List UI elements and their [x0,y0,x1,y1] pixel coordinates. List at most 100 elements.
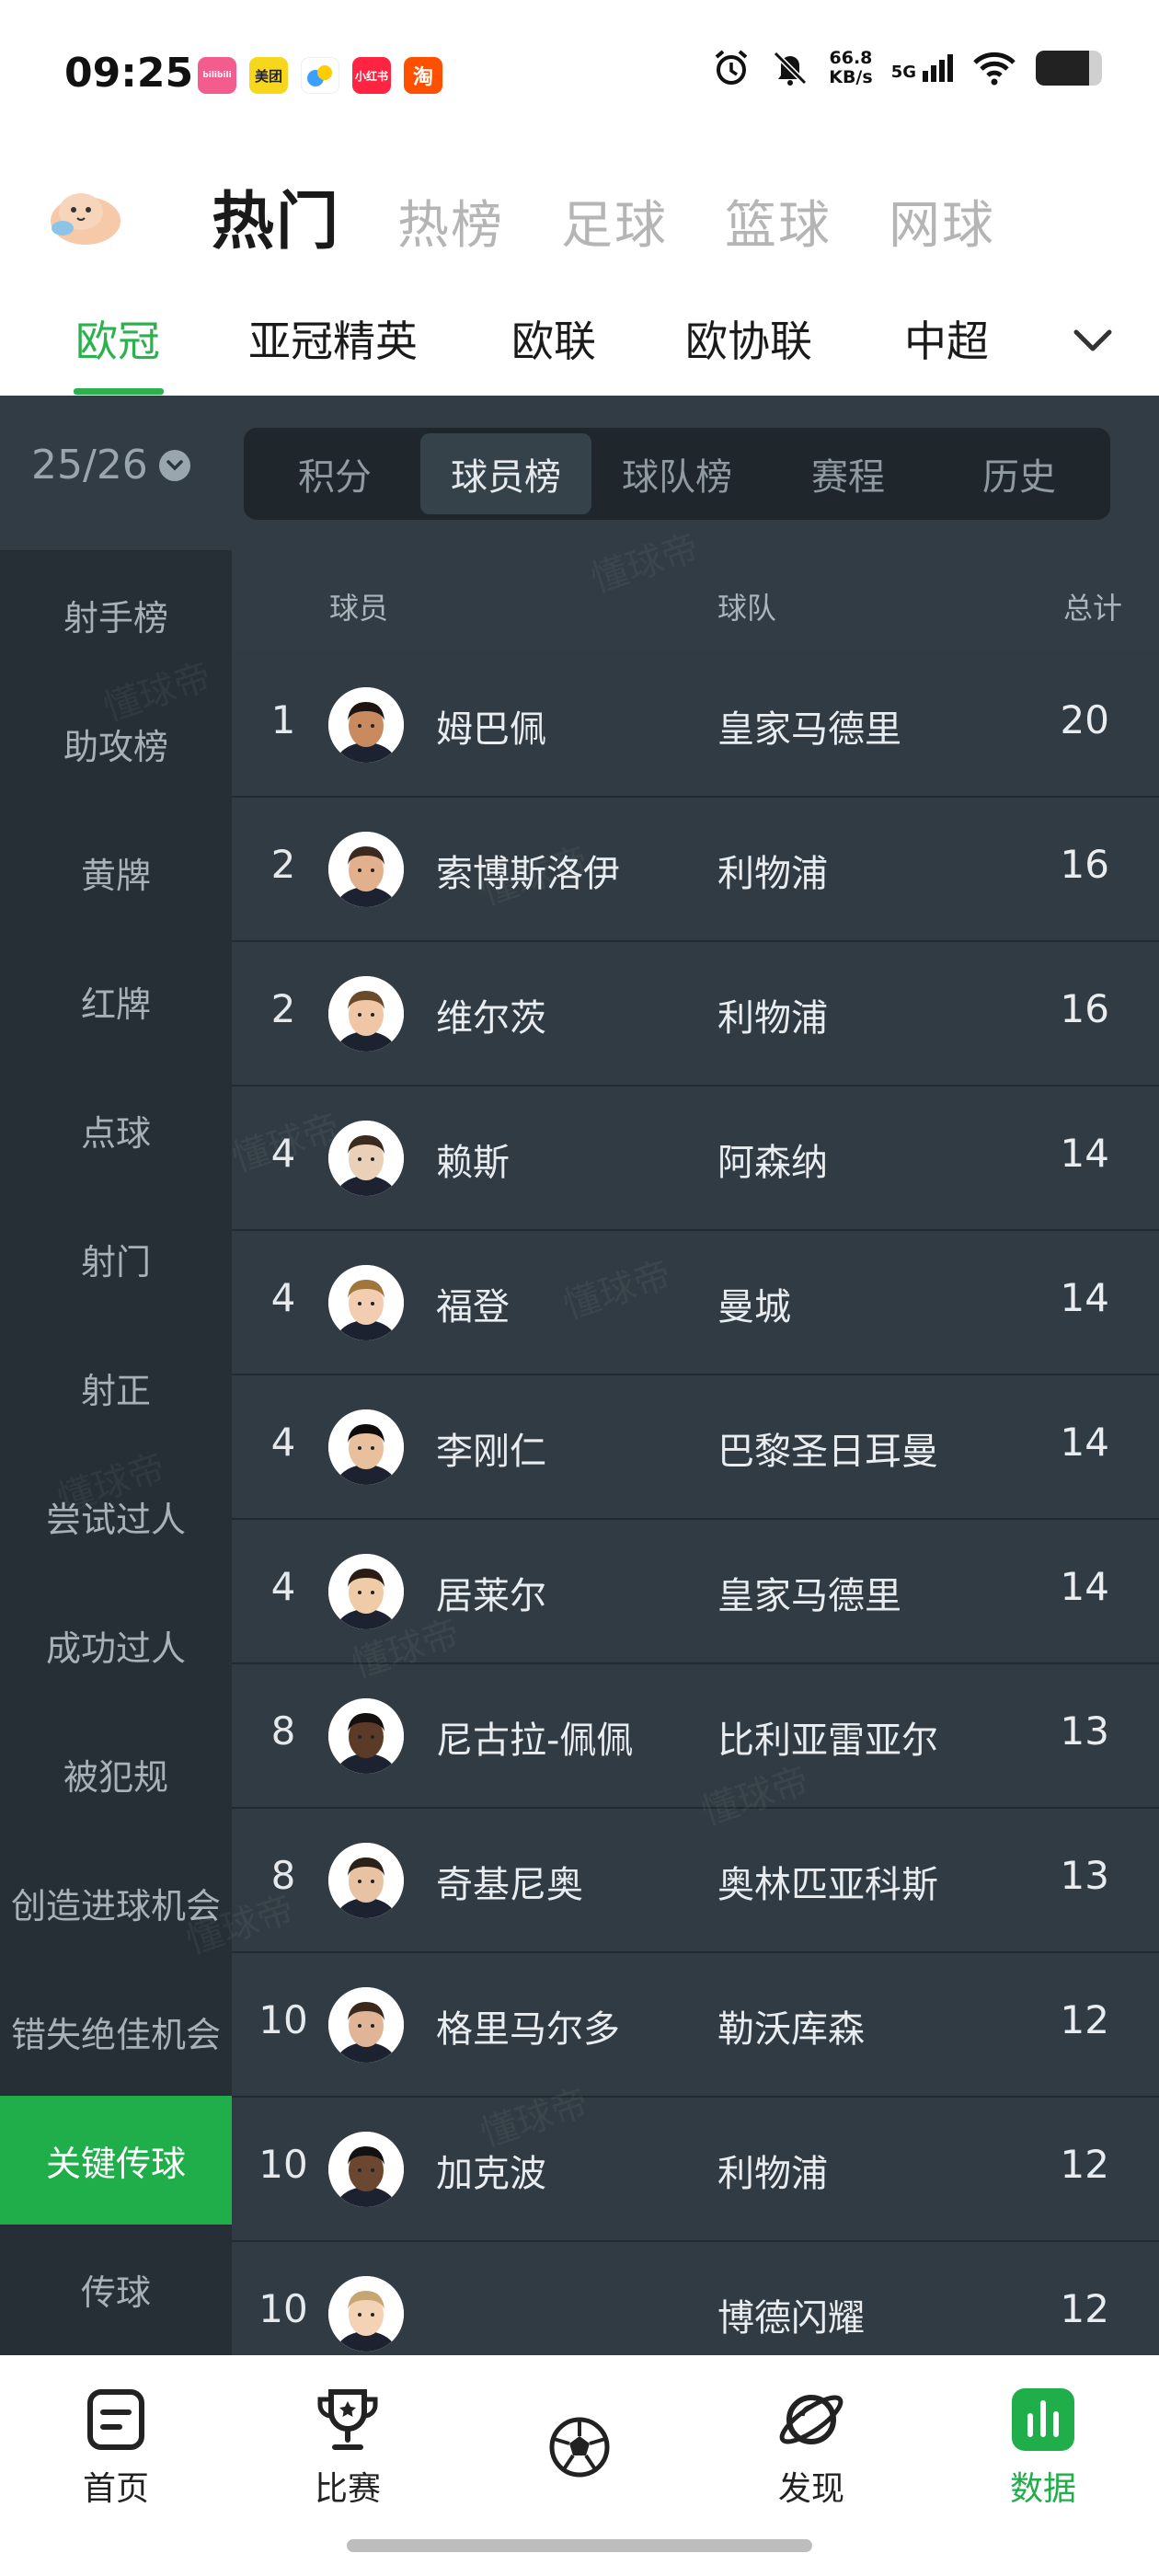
table-row[interactable]: 2 维尔茨 利物浦 16 [232,942,1159,1087]
league-tab-ucl[interactable]: 欧冠 [75,308,160,369]
team-name: 奥林匹亚科斯 [717,1864,938,1906]
planet-icon [779,2395,843,2444]
wifi-icon [973,52,1016,86]
tab-trending[interactable]: 热榜 [397,184,504,259]
league-tab-conference[interactable]: 欧协联 [685,308,812,369]
chart-icon [1012,2388,1074,2451]
alarm-icon [715,50,748,85]
segment-schedule[interactable]: 赛程 [763,433,934,514]
xiaohongshu-app-icon: 小红书 [352,57,391,94]
bilibili-app-icon: bilibili [198,57,236,94]
stat-category-sidebar: 射手榜 助攻榜 黄牌 红牌 点球 射门 射正 尝试过人 成功过人 被犯规 创造进… [0,550,232,2355]
player-rank: 1 [270,697,296,742]
player-avatar [328,687,404,763]
tab-football[interactable]: 足球 [561,184,668,259]
home-icon [87,2389,144,2450]
table-row[interactable]: 10 格里马尔多 勒沃库森 12 [232,1953,1159,2098]
player-avatar [328,1554,404,1629]
league-tab-csl[interactable]: 中超 [904,308,989,369]
player-avatar [328,1987,404,2063]
table-row[interactable]: 4 赖斯 阿森纳 14 [232,1087,1159,1231]
team-name: 利物浦 [717,997,828,1040]
sidebar-item-fouled[interactable]: 被犯规 [0,1709,232,1838]
team-name: 博德闪耀 [717,2297,865,2340]
sidebar-item-top-scorers[interactable]: 射手榜 [0,550,232,679]
team-name: 勒沃库森 [717,2008,865,2051]
mascot-avatar-icon[interactable] [44,175,127,248]
sidebar-item-passes[interactable]: 传球 [0,2225,232,2353]
sidebar-item-penalties[interactable]: 点球 [0,1065,232,1194]
stat-total: 13 [1060,1708,1109,1754]
player-avatar [328,1698,404,1774]
top-category-tabs: 热门 热榜 足球 篮球 网球 [212,170,995,261]
active-tab-indicator [74,388,164,395]
team-name: 利物浦 [717,853,828,895]
player-avatar [328,2132,404,2207]
season-selector[interactable]: 25/26 [31,442,190,489]
table-row[interactable]: 4 福登 曼城 14 [232,1231,1159,1375]
stat-total: 13 [1060,1853,1109,1898]
table-row[interactable]: 10 加克波 利物浦 12 [232,2098,1159,2242]
table-row[interactable]: 8 奇基尼奥 奥林匹亚科斯 13 [232,1809,1159,1953]
stat-total: 12 [1060,2286,1109,2331]
sidebar-item-red-cards[interactable]: 红牌 [0,937,232,1065]
player-name: 赖斯 [436,1142,510,1184]
player-avatar [328,1265,404,1340]
chevron-down-icon[interactable] [1065,317,1120,363]
trophy-icon [317,2389,378,2450]
team-name: 利物浦 [717,2153,828,2195]
meituan-app-icon: 美团 [249,57,288,94]
player-name: 格里马尔多 [436,2008,620,2051]
table-row[interactable]: 4 居莱尔 皇家马德里 14 [232,1520,1159,1664]
player-avatar [328,832,404,907]
taobao-app-icon: 淘 [404,57,442,94]
table-row[interactable]: 1 姆巴佩 皇家马德里 20 [232,653,1159,798]
sidebar-item-yellow-cards[interactable]: 黄牌 [0,808,232,937]
tab-tennis[interactable]: 网球 [889,184,995,259]
stat-total: 14 [1060,1564,1109,1609]
player-rank: 10 [258,1997,308,2042]
player-name: 居莱尔 [436,1575,546,1617]
stat-total: 14 [1060,1275,1109,1320]
sidebar-item-key-passes[interactable]: 关键传球 [0,2096,232,2225]
nav-discover[interactable]: 发现 [738,2383,885,2510]
table-row[interactable]: 2 索博斯洛伊 利物浦 16 [232,798,1159,942]
league-tab-europa[interactable]: 欧联 [511,308,596,369]
player-name: 奇基尼奥 [436,1864,583,1906]
network-speed: 66.8 KB/s [829,48,873,87]
player-name: 索博斯洛伊 [436,853,620,895]
player-rank: 4 [270,1131,296,1176]
status-right: 66.8 KB/s 5G [711,48,1102,88]
notification-app-icons: bilibili 美团 小红书 淘 [198,57,442,94]
tab-hot[interactable]: 热门 [212,170,340,261]
segment-team-rankings[interactable]: 球队榜 [591,433,763,514]
column-header-player: 球员 [329,591,389,626]
segment-standings[interactable]: 积分 [249,433,420,514]
player-avatar [328,1121,404,1196]
segment-history[interactable]: 历史 [934,433,1105,514]
stat-total: 14 [1060,1131,1109,1176]
nav-matches[interactable]: 比赛 [274,2383,421,2510]
sidebar-item-chances-created[interactable]: 创造进球机会 [0,1838,232,1967]
sidebar-item-dribbles-completed[interactable]: 成功过人 [0,1581,232,1709]
tab-basketball[interactable]: 篮球 [725,184,832,259]
nav-football[interactable] [506,2410,653,2490]
sidebar-item-dribbles-attempted[interactable]: 尝试过人 [0,1452,232,1581]
sidebar-item-shots-on-target[interactable]: 射正 [0,1323,232,1452]
player-rank: 10 [258,2286,308,2331]
team-name: 曼城 [717,1286,791,1328]
league-tabs: 欧冠 亚冠精英 欧联 欧协联 中超 [0,285,1159,396]
player-avatar [328,1843,404,1918]
nav-home[interactable]: 首页 [42,2383,189,2510]
segment-player-rankings[interactable]: 球员榜 [420,433,591,514]
league-tab-acl-elite[interactable]: 亚冠精英 [248,308,418,369]
sidebar-item-big-chances-missed[interactable]: 错失绝佳机会 [0,1967,232,2096]
table-row[interactable]: 4 李刚仁 巴黎圣日耳曼 14 [232,1375,1159,1520]
sidebar-item-shots[interactable]: 射门 [0,1194,232,1323]
player-name: 福登 [436,1286,510,1328]
table-row[interactable]: 8 尼古拉-佩佩 比利亚雷亚尔 13 [232,1664,1159,1809]
app-notification-icon [301,57,339,94]
sidebar-item-assists[interactable]: 助攻榜 [0,679,232,808]
status-bar: 09:25 bilibili 美团 小红书 淘 66.8 KB/s 5G [0,0,1159,152]
nav-data[interactable]: 数据 [970,2383,1117,2510]
